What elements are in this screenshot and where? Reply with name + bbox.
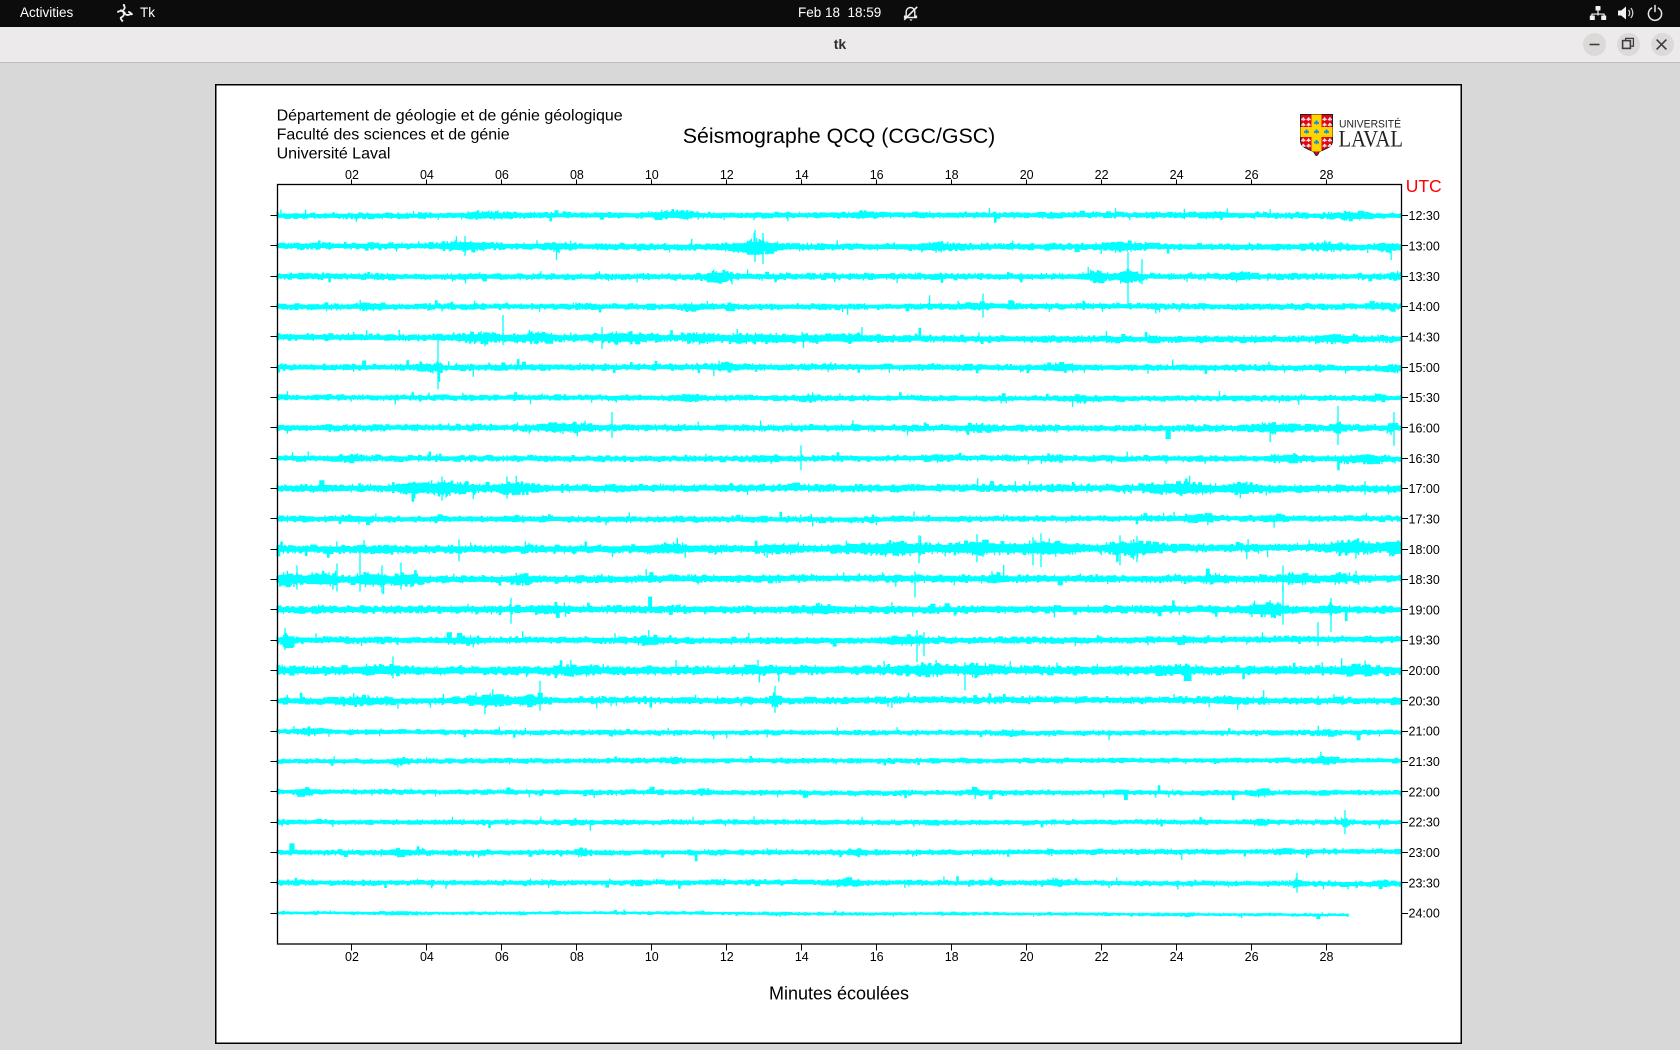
svg-text:20:00: 20:00 — [1409, 664, 1440, 678]
svg-text:18: 18 — [945, 168, 959, 182]
svg-text:06: 06 — [495, 168, 509, 182]
svg-text:14:00: 14:00 — [1409, 300, 1440, 314]
svg-text:15:00: 15:00 — [1409, 361, 1440, 375]
svg-text:24:00: 24:00 — [1409, 907, 1440, 921]
svg-text:24: 24 — [1170, 950, 1184, 964]
svg-text:12: 12 — [720, 168, 734, 182]
svg-text:22: 22 — [1095, 168, 1109, 182]
svg-text:17:00: 17:00 — [1409, 482, 1440, 496]
svg-text:19:30: 19:30 — [1409, 634, 1440, 648]
svg-text:23:00: 23:00 — [1409, 846, 1440, 860]
svg-text:14:30: 14:30 — [1409, 331, 1440, 345]
svg-text:02: 02 — [345, 168, 359, 182]
svg-text:12:30: 12:30 — [1409, 209, 1440, 223]
svg-text:UTC: UTC — [1406, 176, 1442, 196]
svg-text:10: 10 — [645, 950, 659, 964]
svg-text:22:00: 22:00 — [1409, 785, 1440, 799]
svg-text:13:00: 13:00 — [1409, 240, 1440, 254]
svg-text:04: 04 — [420, 950, 434, 964]
svg-text:02: 02 — [345, 950, 359, 964]
svg-text:LAVAL: LAVAL — [1339, 127, 1404, 152]
svg-text:23:30: 23:30 — [1409, 876, 1440, 890]
svg-text:18: 18 — [945, 950, 959, 964]
svg-text:21:00: 21:00 — [1409, 725, 1440, 739]
svg-text:14: 14 — [795, 168, 809, 182]
svg-text:24: 24 — [1170, 168, 1184, 182]
svg-text:14: 14 — [795, 950, 809, 964]
svg-text:06: 06 — [495, 950, 509, 964]
svg-text:20: 20 — [1020, 168, 1034, 182]
svg-text:18:30: 18:30 — [1409, 573, 1440, 587]
svg-text:28: 28 — [1320, 950, 1334, 964]
svg-text:Minutes écoulées: Minutes écoulées — [769, 984, 909, 1004]
svg-text:20:30: 20:30 — [1409, 694, 1440, 708]
svg-text:16: 16 — [870, 168, 884, 182]
svg-text:Séismographe QCQ (CGC/GSC): Séismographe QCQ (CGC/GSC) — [683, 124, 996, 148]
svg-text:04: 04 — [420, 168, 434, 182]
svg-text:28: 28 — [1320, 168, 1334, 182]
svg-text:10: 10 — [645, 168, 659, 182]
svg-text:22:30: 22:30 — [1409, 816, 1440, 830]
svg-text:22: 22 — [1095, 950, 1109, 964]
svg-text:Faculté des sciences et de gén: Faculté des sciences et de génie — [277, 127, 510, 144]
svg-text:18:00: 18:00 — [1409, 543, 1440, 557]
svg-text:16:30: 16:30 — [1409, 452, 1440, 466]
svg-text:16: 16 — [870, 950, 884, 964]
svg-text:26: 26 — [1245, 950, 1259, 964]
svg-text:12: 12 — [720, 950, 734, 964]
svg-text:08: 08 — [570, 950, 584, 964]
svg-text:Département de géologie et de: Département de géologie et de génie géol… — [277, 107, 623, 124]
svg-text:17:30: 17:30 — [1409, 512, 1440, 526]
svg-text:21:30: 21:30 — [1409, 755, 1440, 769]
svg-text:26: 26 — [1245, 168, 1259, 182]
svg-text:13:30: 13:30 — [1409, 270, 1440, 284]
svg-text:Université Laval: Université Laval — [277, 146, 391, 163]
svg-text:08: 08 — [570, 168, 584, 182]
svg-text:15:30: 15:30 — [1409, 391, 1440, 405]
svg-text:16:00: 16:00 — [1409, 422, 1440, 436]
svg-text:19:00: 19:00 — [1409, 603, 1440, 617]
svg-text:20: 20 — [1020, 950, 1034, 964]
